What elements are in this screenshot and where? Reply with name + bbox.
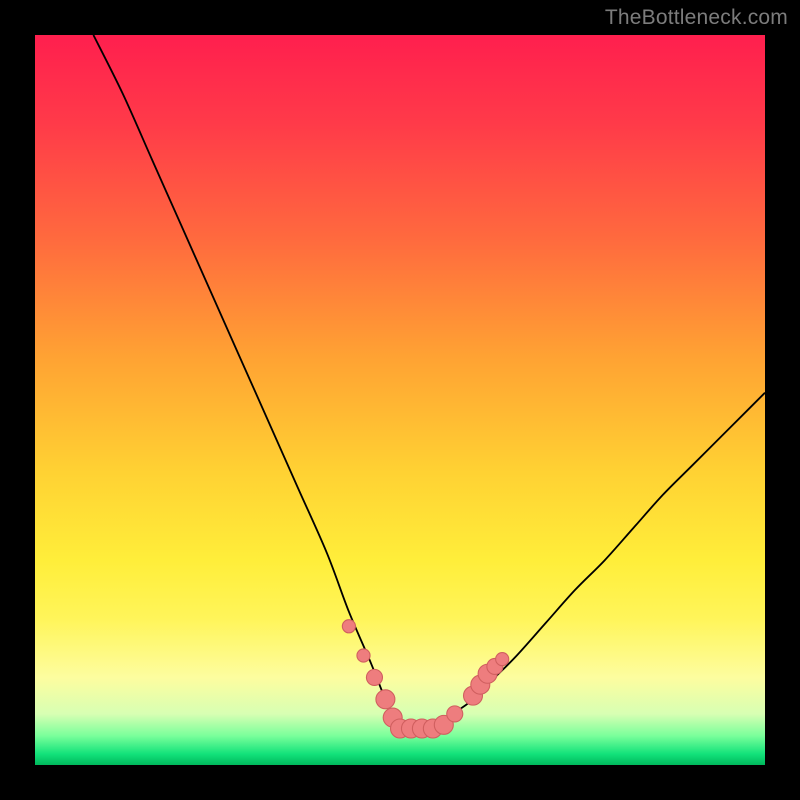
- watermark-label: TheBottleneck.com: [605, 6, 788, 30]
- marker-dot: [357, 649, 370, 662]
- marker-dot: [447, 706, 463, 722]
- bottleneck-curve: [93, 35, 765, 729]
- marker-dot: [496, 653, 509, 666]
- marker-dot: [342, 620, 355, 633]
- marker-dot: [376, 690, 395, 709]
- marker-dot: [366, 669, 382, 685]
- valley-markers: [342, 620, 508, 738]
- chart-svg-layer: [35, 35, 765, 765]
- chart-frame: TheBottleneck.com: [0, 0, 800, 800]
